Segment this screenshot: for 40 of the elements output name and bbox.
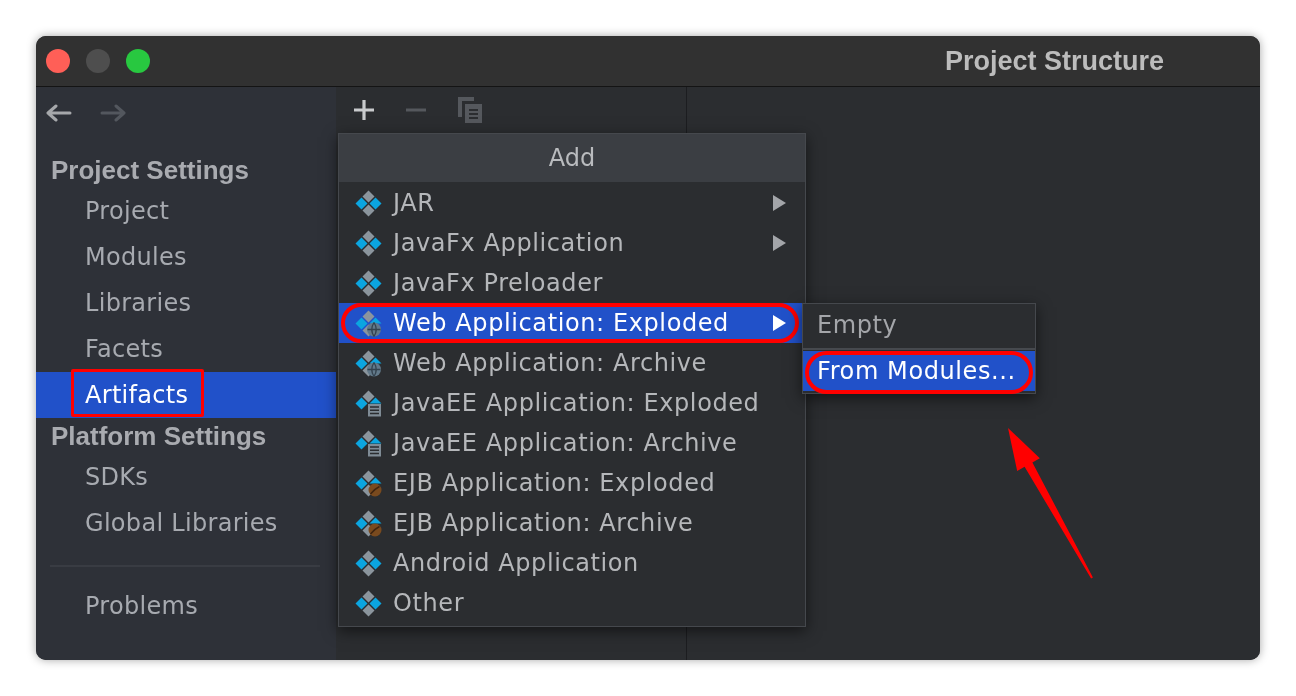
zoom-button[interactable] xyxy=(126,49,150,73)
menu-item[interactable]: JAR xyxy=(339,183,805,223)
section-header: Project Settings xyxy=(50,153,250,187)
sidebar-item[interactable]: Artifacts xyxy=(36,372,336,418)
menu-item[interactable]: Android Application xyxy=(339,543,805,583)
sidebar-item[interactable]: Facets xyxy=(36,326,336,372)
bean-artifact-icon xyxy=(355,509,382,537)
sidebar-item[interactable]: Project xyxy=(36,188,336,234)
globe-artifact-icon xyxy=(355,309,382,337)
ee-artifact-icon xyxy=(355,429,382,457)
section-header: Platform Settings xyxy=(50,419,268,453)
artifact-icon xyxy=(355,229,382,257)
menu-item[interactable]: From Modules... xyxy=(803,351,1035,391)
sidebar-item[interactable]: Global Libraries xyxy=(36,500,336,546)
menu-item[interactable]: Other xyxy=(339,583,805,623)
back-arrow-icon[interactable] xyxy=(46,104,72,122)
menu-item[interactable]: JavaFx Preloader xyxy=(339,263,805,303)
menu-item[interactable]: EJB Application: Archive xyxy=(339,503,805,543)
artifact-icon xyxy=(355,589,382,617)
menu-item[interactable]: Empty xyxy=(803,304,1035,346)
menu-item[interactable]: JavaEE Application: Archive xyxy=(339,423,805,463)
sidebar-item[interactable]: Modules xyxy=(36,234,336,280)
menu-title: Add xyxy=(339,134,805,182)
plus-icon[interactable] xyxy=(354,100,374,120)
sidebar-item[interactable]: SDKs xyxy=(36,454,336,500)
bean-artifact-icon xyxy=(355,469,382,497)
close-button[interactable] xyxy=(46,49,70,73)
sidebar-item[interactable]: Libraries xyxy=(36,280,336,326)
menu-item[interactable]: JavaFx Application xyxy=(339,223,805,263)
menu-item[interactable]: Web Application: Archive xyxy=(339,343,805,383)
artifact-icon xyxy=(355,269,382,297)
ee-artifact-icon xyxy=(355,389,382,417)
artifact-icon xyxy=(355,189,382,217)
menu-item[interactable]: JavaEE Application: Exploded xyxy=(339,383,805,423)
globe-artifact-icon xyxy=(355,349,382,377)
menu-item[interactable]: EJB Application: Exploded xyxy=(339,463,805,503)
artifact-icon xyxy=(355,549,382,577)
menu-item[interactable]: Web Application: Exploded xyxy=(339,303,805,343)
sidebar-item[interactable]: Problems xyxy=(36,583,336,629)
window-title: Project Structure xyxy=(944,44,1165,78)
